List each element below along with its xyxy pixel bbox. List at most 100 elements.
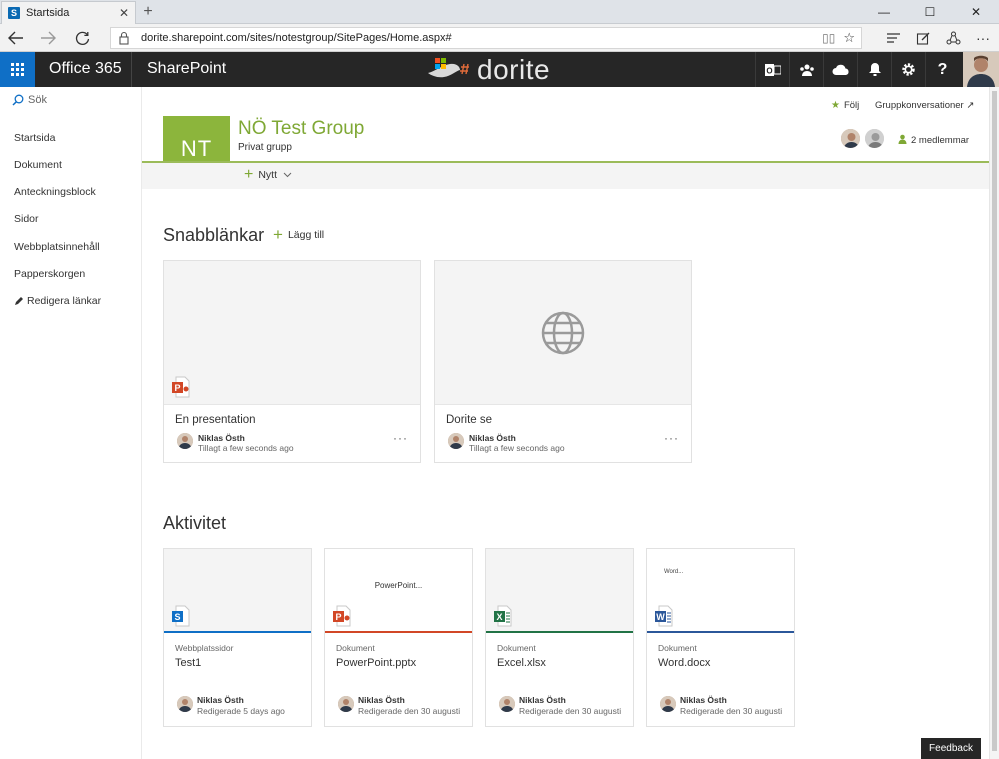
nav-item-papperskorgen[interactable]: Papperskorgen	[14, 268, 85, 280]
member-avatar[interactable]	[864, 128, 885, 149]
quicklink-added: Tillagt a few seconds ago	[469, 443, 565, 453]
sharepoint-brand[interactable]: SharePoint	[147, 60, 226, 78]
tab-close-icon[interactable]: ✕	[119, 6, 129, 20]
activity-author: Niklas Östh	[519, 695, 566, 705]
group-privacy: Privat grupp	[238, 142, 292, 153]
quicklink-card[interactable]: Dorite se Niklas Östh Tillagt a few seco…	[434, 260, 692, 463]
quicklink-title: En presentation	[175, 414, 256, 426]
back-arrow-icon[interactable]	[2, 26, 30, 50]
url-field[interactable]: dorite.sharepoint.com/sites/notestgroup/…	[110, 27, 862, 49]
nav-item-anteckningsblock[interactable]: Anteckningsblock	[14, 186, 96, 198]
svg-text:P: P	[335, 612, 341, 622]
quicklink-author: Niklas Östh	[198, 433, 245, 443]
scrollbar-thumb[interactable]	[992, 91, 997, 751]
office365-brand[interactable]: Office 365	[49, 60, 122, 78]
follow-star-icon: ★	[831, 100, 840, 111]
activity-color-bar	[325, 631, 472, 633]
new-button[interactable]: + Nytt	[244, 167, 292, 183]
person-avatar	[338, 696, 354, 712]
add-quicklink-label: Lägg till	[287, 229, 325, 241]
maximize-button[interactable]: ☐	[907, 0, 953, 24]
settings-gear-icon[interactable]	[891, 52, 925, 87]
excel-icon: X	[494, 605, 512, 627]
tab-title: Startsida	[26, 7, 70, 19]
search-placeholder: Sök	[28, 94, 47, 106]
activity-title: Word.docx	[658, 657, 711, 669]
members-button[interactable]: 2 medlemmar	[898, 134, 969, 147]
svg-text:P: P	[174, 383, 180, 393]
more-options-icon[interactable]: ···	[664, 431, 679, 445]
edit-links-button[interactable]: Redigera länkar	[14, 295, 101, 307]
app-launcher-icon[interactable]	[0, 52, 35, 87]
page-scrollbar[interactable]	[989, 87, 999, 759]
reading-view-icon[interactable]: ▯▯	[822, 31, 835, 45]
activity-edited: Redigerade den 30 augusti	[519, 706, 622, 716]
activity-card[interactable]: X Dokument Excel.xlsx Niklas Östh Redige…	[485, 548, 634, 727]
svg-text:W: W	[656, 612, 665, 622]
quicklink-added: Tillagt a few seconds ago	[198, 443, 294, 453]
feedback-button[interactable]: Feedback	[921, 738, 981, 759]
minimize-button[interactable]: —	[861, 0, 907, 24]
nav-item-sidor[interactable]: Sidor	[14, 213, 39, 225]
notifications-bell-icon[interactable]	[857, 52, 891, 87]
svg-text:X: X	[496, 612, 502, 622]
sharepoint-page-icon: S	[172, 605, 190, 627]
activity-edited: Redigerade den 30 augusti	[358, 706, 461, 716]
search-icon	[12, 94, 24, 106]
groups-icon[interactable]	[789, 52, 823, 87]
nav-item-startsida[interactable]: Startsida	[14, 132, 55, 144]
more-menu-icon[interactable]: ···	[969, 26, 997, 50]
person-icon	[898, 134, 907, 147]
activity-preview-text: Word...	[664, 569, 684, 575]
refresh-icon[interactable]	[68, 26, 96, 50]
activity-title: PowerPoint.pptx	[336, 657, 417, 669]
add-quicklink-button[interactable]: + Lägg till	[273, 225, 325, 244]
person-avatar	[660, 696, 676, 712]
group-conversations-link[interactable]: Gruppkonversationer ↗	[875, 100, 974, 111]
follow-button[interactable]: ★ Följ	[831, 100, 859, 111]
new-tab-button[interactable]: +	[140, 3, 156, 21]
url-text: dorite.sharepoint.com/sites/notestgroup/…	[141, 32, 452, 44]
activity-card[interactable]: PowerPoint... P Dokument PowerPoint.pptx…	[324, 548, 473, 727]
activity-type: Dokument	[336, 643, 375, 653]
quicklink-title: Dorite se	[446, 414, 493, 426]
quicklink-author: Niklas Östh	[469, 433, 516, 443]
activity-edited: Redigerade den 30 augusti	[680, 706, 783, 716]
group-title[interactable]: NÖ Test Group	[238, 118, 364, 140]
activity-card[interactable]: Word... W Dokument Word.docx Niklas Östh…	[646, 548, 795, 727]
share-icon[interactable]	[939, 26, 967, 50]
quicklink-card[interactable]: P En presentation Niklas Östh Tillagt a …	[163, 260, 421, 463]
person-avatar	[177, 696, 193, 712]
member-avatar[interactable]	[840, 128, 861, 149]
forward-arrow-icon[interactable]	[34, 26, 62, 50]
edit-links-label: Redigera länkar	[27, 295, 102, 307]
logo-wordmark: dorite	[477, 54, 551, 85]
follow-label: Följ	[843, 100, 860, 111]
more-options-icon[interactable]: ···	[393, 431, 408, 445]
site-search[interactable]: Sök	[12, 94, 47, 106]
person-avatar	[448, 433, 464, 449]
web-note-icon[interactable]	[909, 26, 937, 50]
pencil-icon	[15, 297, 23, 305]
user-avatar[interactable]	[963, 52, 999, 87]
hub-icon[interactable]	[879, 26, 907, 50]
activity-color-bar	[164, 631, 311, 633]
suite-divider	[131, 52, 132, 87]
window-close-button[interactable]: ✕	[953, 0, 999, 24]
activity-author: Niklas Östh	[680, 695, 727, 705]
outlook-icon[interactable]: O	[755, 52, 789, 87]
activity-type: Dokument	[497, 643, 536, 653]
nav-item-webbplatsinnehall[interactable]: Webbplatsinnehåll	[14, 241, 100, 253]
activity-preview-text: PowerPoint...	[374, 581, 423, 590]
new-label: Nytt	[258, 169, 278, 181]
activity-heading: Aktivitet	[163, 513, 227, 533]
chevron-down-icon	[283, 170, 292, 180]
help-question-icon[interactable]: ?	[925, 52, 959, 87]
onedrive-cloud-icon[interactable]	[823, 52, 857, 87]
favorite-star-icon[interactable]: ☆	[843, 30, 855, 46]
nav-item-dokument[interactable]: Dokument	[14, 159, 62, 171]
svg-text:S: S	[174, 612, 180, 622]
plus-icon: +	[273, 225, 283, 244]
activity-card[interactable]: S Webbplatssidor Test1 Niklas Östh Redig…	[163, 548, 312, 727]
browser-tab[interactable]: S Startsida ✕	[1, 1, 136, 24]
